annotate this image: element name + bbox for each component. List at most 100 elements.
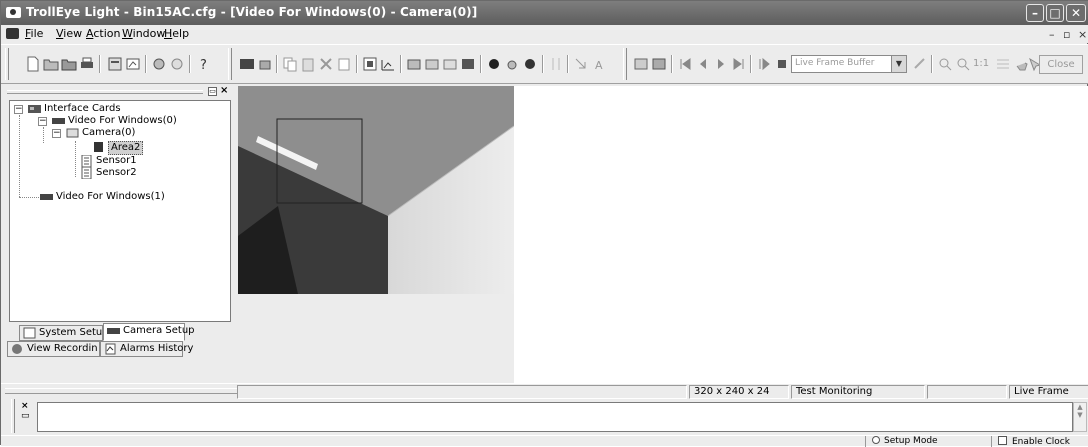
panel-grip[interactable] <box>7 90 203 94</box>
sensor-icon[interactable] <box>504 56 520 72</box>
paste-icon[interactable] <box>300 56 316 72</box>
text-tool-icon[interactable]: A <box>591 56 607 72</box>
toolbar-separator <box>567 55 569 73</box>
horizontal-splitter[interactable] <box>5 388 237 394</box>
camera-config-icon[interactable] <box>442 56 458 72</box>
tab-camera-setup[interactable]: Camera Setup <box>103 323 195 341</box>
skip-start-icon[interactable] <box>677 56 693 72</box>
skip-end-icon[interactable] <box>731 56 747 72</box>
tree-line <box>19 197 41 198</box>
panel-close-icon[interactable]: × <box>220 85 228 96</box>
child-window-icon[interactable] <box>6 28 19 39</box>
new-file-icon[interactable] <box>25 56 41 72</box>
window-layout-icon[interactable] <box>125 56 141 72</box>
camera-icon <box>66 127 79 139</box>
capture-frame-icon[interactable] <box>239 56 255 72</box>
frame-source-value: Live Frame Buffer <box>795 58 875 68</box>
refresh-icon[interactable] <box>912 56 928 72</box>
object-properties-icon[interactable] <box>336 56 352 72</box>
output-log[interactable] <box>37 402 1073 432</box>
step-back-icon[interactable] <box>695 56 711 72</box>
area-tool-icon[interactable] <box>362 56 378 72</box>
tree-node-sensor2[interactable]: Sensor2 <box>80 166 200 180</box>
open-folder-icon[interactable] <box>43 56 59 72</box>
open-config-icon[interactable] <box>61 56 77 72</box>
playback-open-icon[interactable] <box>633 56 649 72</box>
dock-close-icon[interactable]: × ▭ <box>21 401 30 421</box>
camera-network-icon[interactable] <box>169 56 185 72</box>
menu-window[interactable]: Window <box>122 27 165 40</box>
mdi-close-button[interactable]: × <box>1078 28 1087 41</box>
maximize-button[interactable]: □ <box>1046 4 1064 22</box>
tree-node-camera-0[interactable]: − Camera(0) <box>52 127 212 140</box>
toolbar-separator <box>356 55 358 73</box>
arrow-tool-icon[interactable] <box>573 56 589 72</box>
copy-icon[interactable] <box>282 56 298 72</box>
tree-node-video-for-windows-1[interactable]: Video For Windows(1) <box>40 191 220 204</box>
menu-view[interactable]: View <box>56 27 82 40</box>
collapse-icon[interactable]: − <box>38 117 47 126</box>
window-title: TrollEye Light - Bin15AC.cfg - [Video Fo… <box>26 5 478 19</box>
zoom-actual-size-button[interactable]: 1:1 <box>973 56 989 72</box>
stop-icon[interactable] <box>774 56 790 72</box>
panel-header: ▭ × <box>5 85 236 98</box>
svg-text:?: ? <box>200 58 207 72</box>
tab-alarms-history[interactable]: Alarms History <box>100 341 193 357</box>
network-icon[interactable] <box>151 56 167 72</box>
tree-line <box>43 127 44 143</box>
camera-video-frame[interactable] <box>238 86 514 294</box>
camera-remove-icon[interactable] <box>424 56 440 72</box>
enable-clock-checkbox[interactable]: Enable Clock <box>991 436 1088 447</box>
record-icon[interactable] <box>486 56 502 72</box>
close-window-button[interactable]: ✕ <box>1066 4 1086 22</box>
setup-mode-radio[interactable]: Setup Mode <box>865 436 987 447</box>
print-icon[interactable] <box>79 56 95 72</box>
line-tool-icon[interactable] <box>380 56 396 72</box>
collapse-icon[interactable]: − <box>52 129 61 138</box>
mdi-restore-button[interactable]: ▫ <box>1063 28 1070 41</box>
delete-icon[interactable] <box>318 56 334 72</box>
toolbar-separator <box>99 55 101 73</box>
help-icon[interactable]: ? <box>197 56 213 73</box>
status-monitoring: Test Monitoring <box>791 385 925 399</box>
menu-action[interactable]: Action <box>86 27 120 40</box>
capture-card-icon <box>40 191 53 203</box>
toolbar-grip[interactable] <box>228 48 232 80</box>
alarm-icon[interactable] <box>522 56 538 72</box>
title-bar[interactable]: TrollEye Light - Bin15AC.cfg - [Video Fo… <box>1 1 1088 25</box>
play-icon[interactable] <box>756 56 772 72</box>
tab-system-setup[interactable]: System Setup <box>19 325 109 341</box>
capture-card-icon <box>52 115 65 127</box>
app-status-bar: Setup Mode Enable Clock <box>1 435 1088 447</box>
zoom-in-icon[interactable] <box>937 56 953 72</box>
collapse-icon[interactable]: − <box>14 105 23 114</box>
status-resolution: 320 x 240 x 24 <box>689 385 789 399</box>
grid-overlay-icon[interactable] <box>995 56 1011 72</box>
camera-add-icon[interactable] <box>406 56 422 72</box>
panel-pin-icon[interactable]: ▭ <box>208 87 217 96</box>
frame-source-select[interactable]: Live Frame Buffer ▼ <box>791 55 907 73</box>
toolbar-grip[interactable] <box>5 48 9 80</box>
view-status-bar: 320 x 240 x 24 Test Monitoring Live Fram… <box>1 383 1088 399</box>
grid-icon[interactable] <box>548 56 564 72</box>
close-playback-button[interactable]: Close <box>1039 55 1083 74</box>
dock-grip[interactable] <box>11 399 15 433</box>
area-icon <box>92 141 105 153</box>
menu-help[interactable]: Help <box>164 27 189 40</box>
toolbar-grip[interactable] <box>623 48 627 80</box>
camera-view-icon[interactable] <box>460 56 476 72</box>
tree-node-area2[interactable]: Area2 <box>92 141 212 155</box>
sensor-icon <box>80 166 93 180</box>
properties-icon[interactable] <box>107 56 123 72</box>
snapshot-icon[interactable] <box>257 56 273 72</box>
mdi-minimize-button[interactable]: – <box>1049 28 1055 41</box>
chevron-down-icon[interactable]: ▼ <box>891 56 906 72</box>
zoom-out-icon[interactable] <box>955 56 971 72</box>
step-forward-icon[interactable] <box>713 56 729 72</box>
output-scrollbar[interactable]: ▲ ▼ <box>1073 402 1087 432</box>
playback-settings-icon[interactable] <box>651 56 667 72</box>
system-setup-icon <box>23 327 36 339</box>
minimize-button[interactable]: – <box>1026 4 1044 22</box>
menu-file[interactable]: File <box>25 27 43 40</box>
tab-view-recordings[interactable]: View Recordin <box>7 341 100 357</box>
